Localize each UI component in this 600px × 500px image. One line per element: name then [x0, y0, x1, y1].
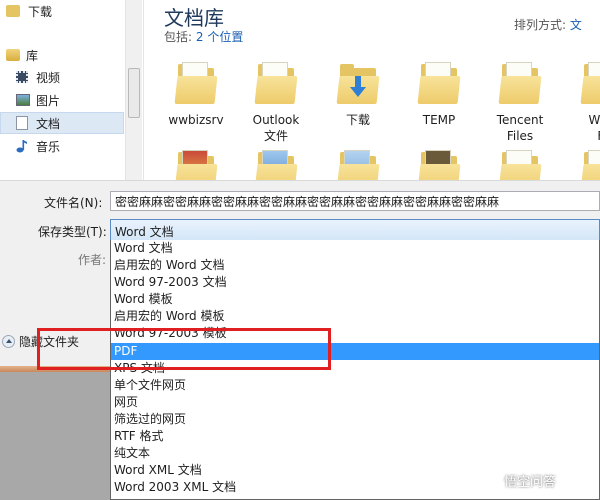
- nav-item-label: 下载: [28, 4, 53, 19]
- dropdown-option[interactable]: RTF 格式: [111, 428, 599, 445]
- navigation-pane: 下载 库 视频 图片 文档 音乐: [0, 0, 143, 180]
- folder-icon: [580, 148, 600, 180]
- folder-item[interactable]: 下载: [318, 60, 398, 128]
- dropdown-option[interactable]: 纯文本: [111, 445, 599, 462]
- nav-item-label: 音乐: [36, 139, 61, 154]
- nav-item-pictures[interactable]: 图片: [16, 89, 60, 111]
- nav-item-music[interactable]: 音乐: [16, 135, 60, 157]
- library-pane: 文档库 包括: 2 个位置 排列方式: 文 wwbizsrv Outlook 文…: [143, 0, 600, 180]
- folder-name: TEMP: [422, 113, 456, 127]
- folder-name: WeC Fi: [588, 113, 600, 143]
- nav-item-library[interactable]: 库: [6, 44, 38, 66]
- folder-item[interactable]: [399, 148, 479, 180]
- dropdown-option[interactable]: 启用宏的 Word 模板: [111, 308, 599, 325]
- video-library-icon: [16, 71, 28, 83]
- watermark: 悟空问答: [480, 470, 556, 490]
- documents-library-icon: [16, 116, 28, 130]
- locations-label: 包括:: [164, 30, 193, 44]
- music-library-icon: [16, 139, 28, 153]
- library-icon: [6, 49, 20, 61]
- arrange-by: 排列方式: 文: [514, 16, 582, 33]
- nav-item-label: 视频: [36, 70, 61, 85]
- nav-item-label: 图片: [36, 93, 61, 108]
- nav-item-label: 库: [26, 48, 39, 63]
- nav-item-downloads[interactable]: 下载: [6, 0, 52, 22]
- folder-item[interactable]: [156, 148, 236, 180]
- folder-icon: [417, 148, 461, 180]
- folder-icon: [174, 60, 218, 104]
- folder-name: Outlook 文件: [252, 113, 300, 143]
- folder-icon: [174, 148, 218, 180]
- filename-label: 文件名(N):: [44, 196, 103, 210]
- dropdown-option[interactable]: Word 文档: [111, 240, 599, 257]
- background-area: [0, 372, 112, 500]
- arrange-dropdown[interactable]: 文: [570, 18, 582, 32]
- dropdown-option[interactable]: 筛选过的网页: [111, 411, 599, 428]
- folder-icon: [254, 60, 298, 104]
- folder-item[interactable]: WeC Fi: [562, 60, 600, 144]
- folder-item[interactable]: Tencent Files: [480, 60, 560, 144]
- folder-icon: [417, 60, 461, 104]
- download-folder-icon: [336, 60, 380, 104]
- library-locations: 包括: 2 个位置: [164, 28, 243, 45]
- save-type-select[interactable]: Word 文档: [110, 219, 600, 241]
- nav-item-videos[interactable]: 视频: [16, 66, 60, 88]
- filename-input[interactable]: 密密麻麻密密麻麻密密麻麻密密麻麻密密麻麻密密麻麻密密麻麻密密麻麻: [110, 191, 600, 211]
- folder-item[interactable]: [480, 148, 560, 180]
- dropdown-option[interactable]: Word 97-2003 文档: [111, 274, 599, 291]
- locations-link[interactable]: 2 个位置: [196, 30, 243, 44]
- nav-item-label: 文档: [36, 116, 61, 131]
- folder-item[interactable]: wwbizsrv: [156, 60, 236, 128]
- arrange-label: 排列方式:: [514, 18, 567, 32]
- dropdown-option[interactable]: 单个文件网页: [111, 377, 599, 394]
- folder-icon: [498, 60, 542, 104]
- folder-icon: [254, 148, 298, 180]
- folder-item[interactable]: [236, 148, 316, 180]
- folder-name: 下载: [345, 113, 370, 127]
- folder-name: Tencent Files: [496, 113, 544, 143]
- annotation-highlight-box: [37, 328, 331, 370]
- pictures-library-icon: [16, 94, 30, 106]
- scroll-thumb[interactable]: [128, 68, 140, 118]
- dropdown-option[interactable]: Word 模板: [111, 291, 599, 308]
- library-title: 文档库: [164, 6, 224, 30]
- watermark-logo-icon: [480, 470, 500, 490]
- folder-icon: [580, 60, 600, 104]
- folder-icon: [498, 148, 542, 180]
- collapse-arrow-icon: [2, 335, 15, 348]
- nav-item-documents[interactable]: 文档: [0, 112, 124, 134]
- watermark-text: 悟空问答: [504, 474, 557, 490]
- folder-icon: [336, 148, 380, 180]
- author-label: 作者:: [78, 253, 107, 267]
- folder-name: wwbizsrv: [168, 113, 224, 127]
- dropdown-option[interactable]: 启用宏的 Word 文档: [111, 257, 599, 274]
- dropdown-option[interactable]: 网页: [111, 394, 599, 411]
- save-type-dropdown-list[interactable]: Word 文档 启用宏的 Word 文档 Word 97-2003 文档 Wor…: [110, 240, 600, 500]
- folder-item[interactable]: [318, 148, 398, 180]
- download-folder-icon: [6, 5, 20, 17]
- folder-item[interactable]: TEMP: [399, 60, 479, 128]
- folder-item[interactable]: Outlook 文件: [236, 60, 316, 144]
- nav-scrollbar[interactable]: [125, 0, 142, 180]
- save-type-label: 保存类型(T):: [38, 225, 107, 239]
- folder-item[interactable]: [562, 148, 600, 180]
